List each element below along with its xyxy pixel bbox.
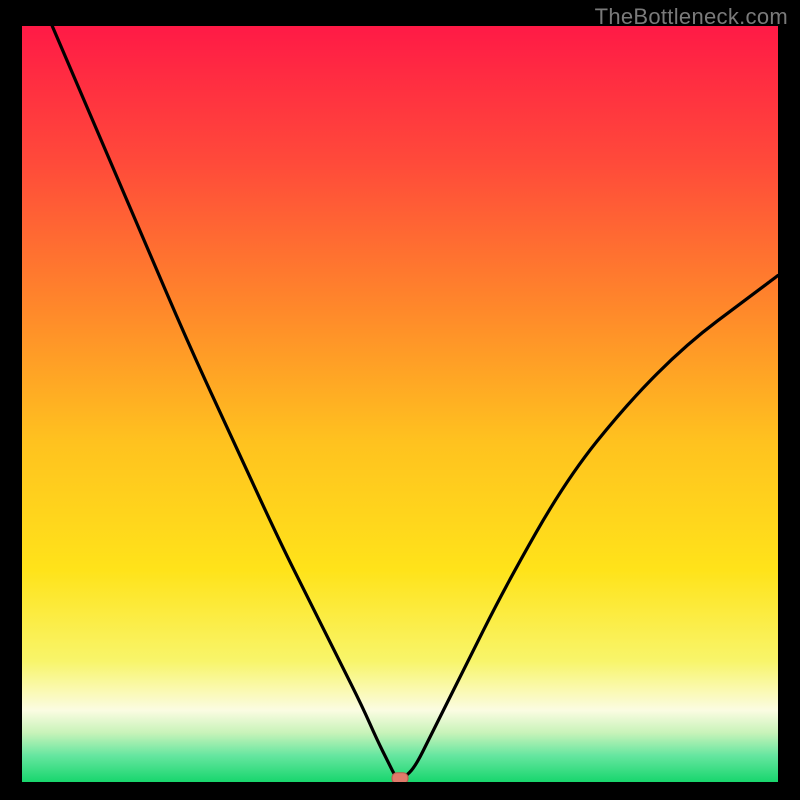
gradient-background (22, 26, 778, 782)
optimal-point-marker (392, 773, 408, 782)
plot-area (22, 26, 778, 782)
chart-frame: TheBottleneck.com (0, 0, 800, 800)
bottleneck-chart (22, 26, 778, 782)
